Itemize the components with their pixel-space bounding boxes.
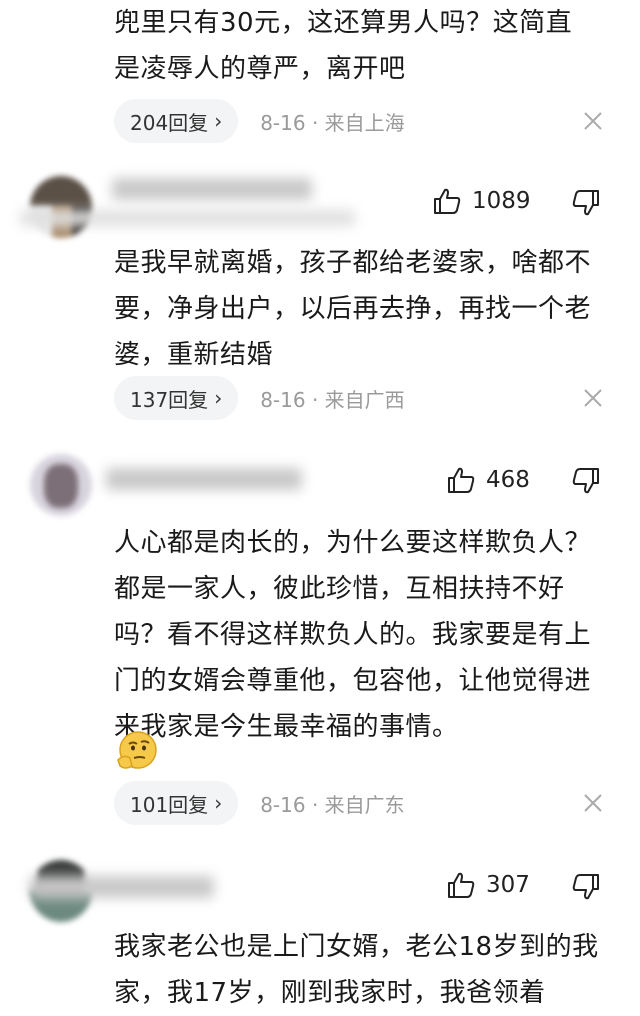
comment-text: 人心都是肉长的，为什么要这样欺负人？都是一家人，彼此珍惜，互相扶持不好吗？看不得… <box>114 528 592 742</box>
chevron-right-icon: › <box>214 791 223 815</box>
comment-text: 我家老公也是上门女婿，老公18岁到的我家，我17岁，刚到我家时，我爸领着 <box>114 932 599 1008</box>
like-button[interactable]: 307 <box>446 870 530 900</box>
close-icon[interactable] <box>580 790 606 816</box>
comment-meta: 137回复 › 8-16 · 来自广西 <box>114 376 405 420</box>
date-location: 8-16 · 来自广西 <box>260 387 405 412</box>
thinking-face-emoji <box>117 731 157 769</box>
date-location: 8-16 · 来自上海 <box>260 110 405 135</box>
avatar[interactable] <box>30 454 92 516</box>
thumbs-down-icon[interactable] <box>571 466 601 496</box>
reply-count-button[interactable]: 101回复 › <box>114 781 239 825</box>
thumbs-down-icon[interactable] <box>571 872 601 902</box>
reply-count-button[interactable]: 137回复 › <box>114 376 239 420</box>
chevron-right-icon: › <box>214 109 223 133</box>
username-blurred[interactable] <box>106 468 302 490</box>
comment-text: 兜里只有30元，这还算男人吗？这简直 是凌辱人的尊严，离开吧 <box>114 8 573 84</box>
avatar[interactable] <box>30 176 92 238</box>
username-blurred[interactable] <box>112 178 312 200</box>
thumbs-up-icon <box>448 467 475 493</box>
comment-meta: 204回复 › 8-16 · 来自上海 <box>114 99 405 143</box>
chevron-right-icon: › <box>214 386 223 410</box>
reply-count-button[interactable]: 204回复 › <box>114 99 239 143</box>
close-icon[interactable] <box>580 385 606 411</box>
close-icon[interactable] <box>580 108 606 134</box>
thumbs-down-icon[interactable] <box>571 188 601 218</box>
date-location: 8-16 · 来自广东 <box>260 792 405 817</box>
thumbs-up-icon <box>434 188 461 214</box>
comment-text: 是我早就离婚，孩子都给老婆家，啥都不要，净身出户，以后再去挣，再找一个老婆，重新… <box>114 248 592 370</box>
thumbs-up-icon <box>448 872 475 898</box>
username-blurred[interactable] <box>30 876 214 898</box>
user-info-blurred <box>20 210 355 226</box>
like-button[interactable]: 468 <box>446 465 530 495</box>
like-button[interactable]: 1089 <box>432 186 531 216</box>
comment-meta: 101回复 › 8-16 · 来自广东 <box>114 781 405 825</box>
